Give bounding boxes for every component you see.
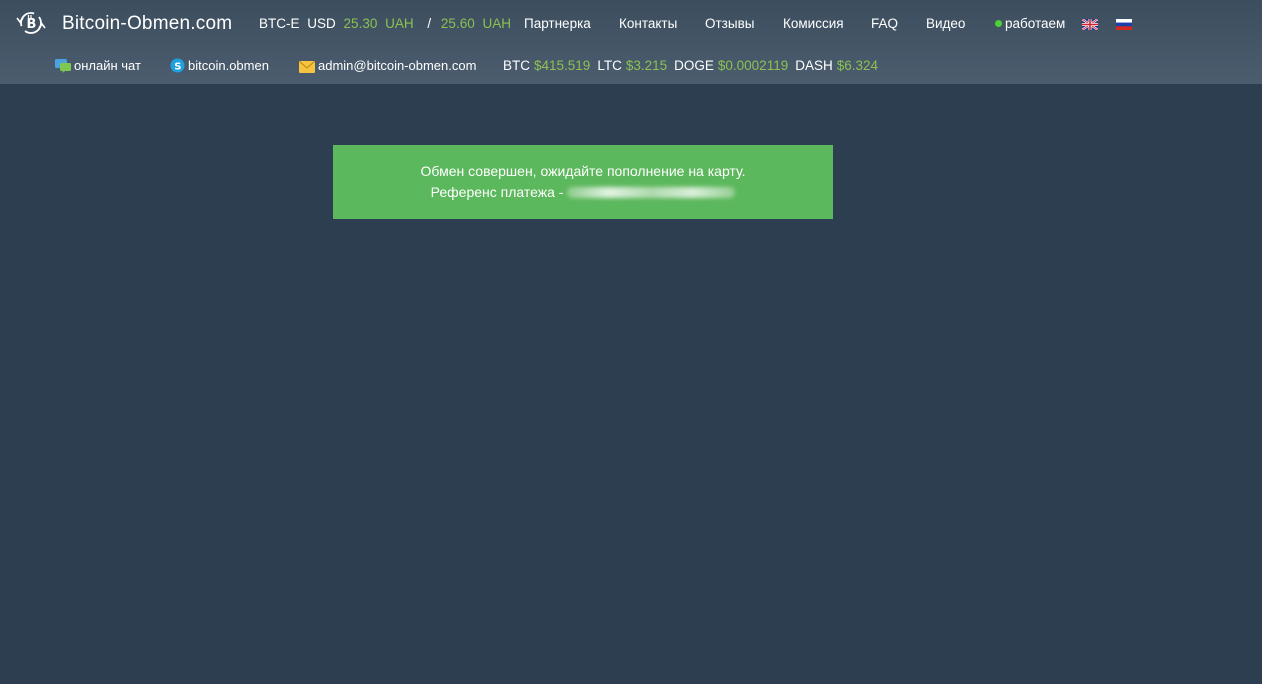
rate-separator: / [427,16,432,31]
page-background [0,0,1262,684]
online-chat-link[interactable]: онлайн чат [55,58,141,73]
header-main-row: B Bitcoin-Obmen.com BTC-E USD 25.30 UAH … [0,0,1262,48]
alert-message: Обмен совершен, ожидайте пополнение на к… [420,163,746,179]
rate-currency: USD [307,16,336,31]
nav-contacts[interactable]: Контакты [619,16,677,31]
nav-partner[interactable]: Партнерка [524,16,591,31]
crypto-symbol: DOGE [674,58,714,73]
alert-reference-label: Референс платежа - [430,184,564,200]
work-status: работаем [995,16,1065,31]
header-contact-row: онлайн чат S bitcoin.obmen admin@bitcoin… [0,48,1262,84]
svg-text:B: B [27,17,37,32]
crypto-price: $415.519 [534,58,591,73]
status-label: работаем [1005,16,1066,31]
chat-icon [55,59,71,73]
alert-reference-line: Референс платежа - [333,182,833,203]
email-link[interactable]: admin@bitcoin-obmen.com [299,58,476,73]
top-header: B Bitcoin-Obmen.com BTC-E USD 25.30 UAH … [0,0,1262,84]
skype-icon: S [170,58,185,73]
nav-commission[interactable]: Комиссия [783,16,844,31]
crypto-price: $3.215 [625,58,668,73]
envelope-icon [299,61,315,73]
en-flag-icon[interactable] [1082,19,1098,30]
online-chat-label: онлайн чат [74,58,141,73]
nav-video[interactable]: Видео [926,16,965,31]
rate-buy-value: 25.30 [343,16,378,31]
rate-sell-value: 25.60 [440,16,475,31]
success-alert: Обмен совершен, ожидайте пополнение на к… [333,145,833,219]
rate-buy-unit: UAH [385,16,414,31]
nav-reviews[interactable]: Отзывы [705,16,754,31]
crypto-symbol: DASH [795,58,833,73]
crypto-symbol: LTC [597,58,622,73]
svg-text:S: S [174,62,181,73]
skype-link[interactable]: S bitcoin.obmen [170,58,269,73]
usd-uah-rates: BTC-E USD 25.30 UAH / 25.60 UAH [259,16,515,31]
crypto-symbol: BTC [503,58,530,73]
rate-exchange: BTC-E [259,16,300,31]
ru-flag-icon[interactable] [1116,19,1132,30]
email-label: admin@bitcoin-obmen.com [318,58,477,73]
status-dot-icon [995,20,1002,27]
crypto-rates: BTC $415.519 LTC $3.215 DOGE $0.0002119 DASH $6… [503,58,885,73]
crypto-price: $0.0002119 [717,58,789,73]
redacted-reference [567,187,736,198]
rate-sell-unit: UAH [482,16,511,31]
crypto-price: $6.324 [836,58,879,73]
nav-faq[interactable]: FAQ [871,16,898,31]
site-name[interactable]: Bitcoin-Obmen.com [62,13,232,35]
bitcoin-exchange-logo-icon[interactable]: B [14,9,48,37]
skype-label: bitcoin.obmen [188,58,269,73]
